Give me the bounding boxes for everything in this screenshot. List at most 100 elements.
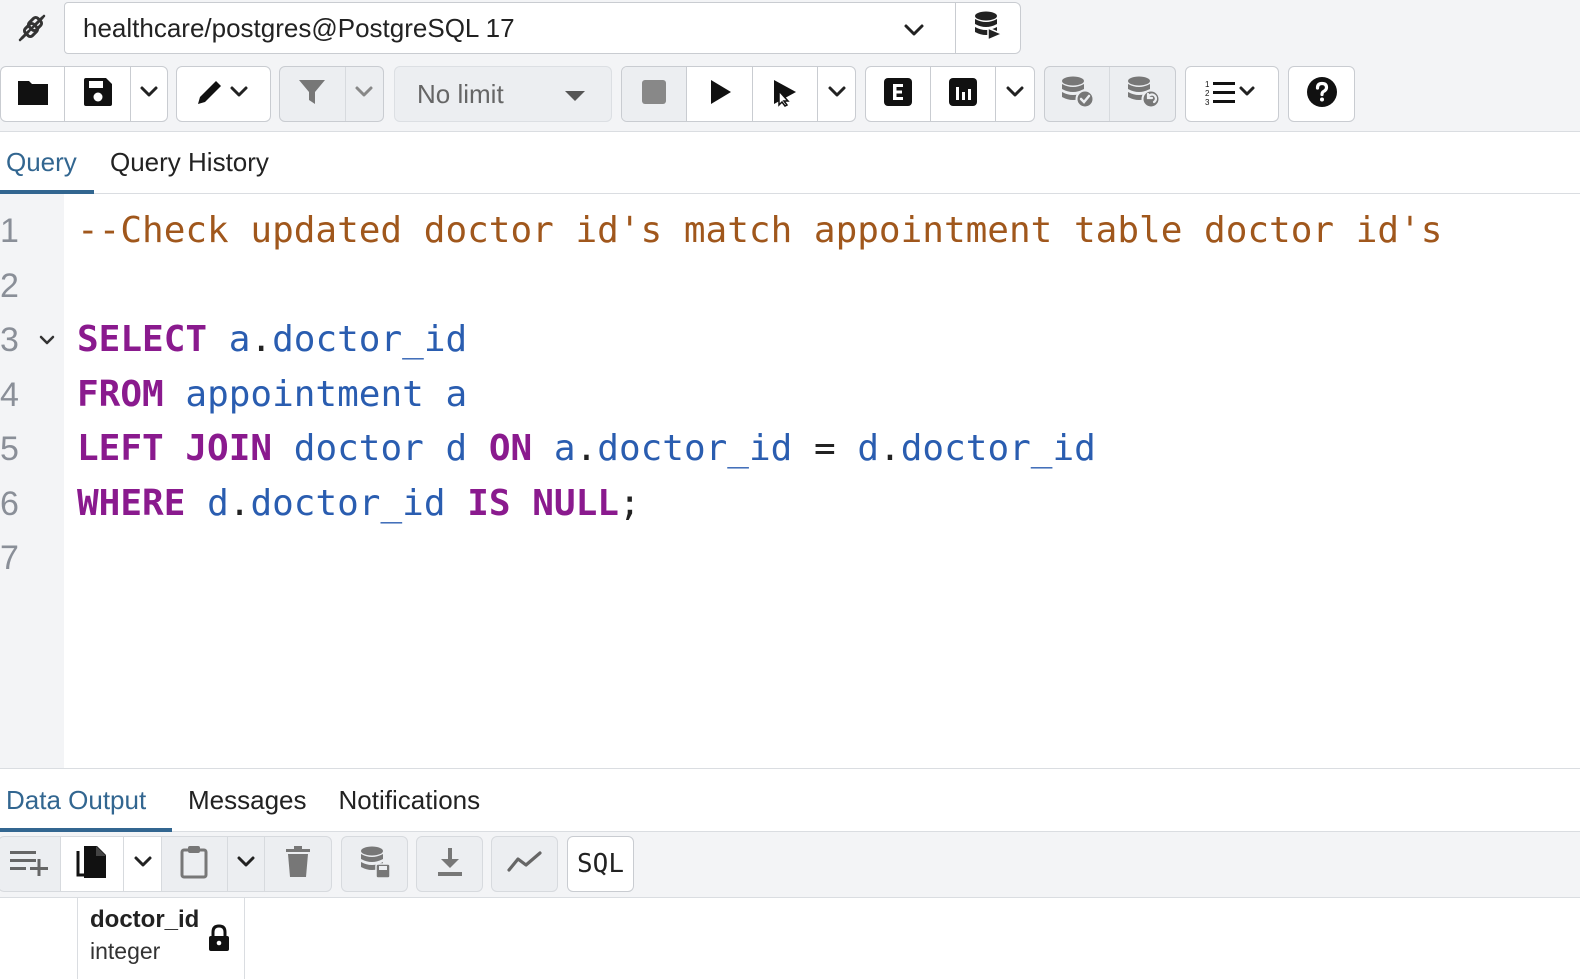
editor-line[interactable]: 7	[0, 531, 1580, 585]
graph-visualiser-button[interactable]	[492, 837, 557, 891]
sql-keyword: FROM	[77, 373, 164, 415]
editor-line[interactable]: 3 SELECT a.doctor_id	[0, 313, 1580, 367]
rollback-icon	[1125, 75, 1161, 114]
row-edit-button-group	[0, 836, 332, 892]
tab-messages-label: Messages	[188, 784, 307, 815]
editor-line[interactable]: 6 WHERE d.doctor_id IS NULL;	[0, 477, 1580, 531]
disconnect-plug-icon[interactable]	[0, 0, 64, 55]
connection-bar: healthcare/postgres@PostgreSQL 17	[0, 0, 1580, 58]
filter-button-group	[279, 66, 384, 122]
column-type: integer	[90, 938, 161, 964]
sql-editor[interactable]: 1 --Check updated doctor id's match appoi…	[0, 194, 1580, 768]
editor-line[interactable]: 2	[0, 259, 1580, 313]
line-number: 2	[0, 266, 19, 305]
execute-options-dropdown[interactable]	[818, 67, 855, 121]
row-limit-select[interactable]: No limit	[394, 66, 612, 122]
caret-down-icon	[565, 91, 585, 101]
save-file-button[interactable]	[65, 67, 131, 121]
sql-keyword: LEFT JOIN	[77, 428, 273, 469]
chevron-down-icon	[139, 82, 159, 107]
editor-line[interactable]: 5 LEFT JOIN doctor d ON a.doctor_id = d.d…	[0, 422, 1580, 476]
paste-button[interactable]	[162, 837, 228, 891]
sql-punctuation	[185, 483, 207, 524]
help-button[interactable]	[1289, 67, 1354, 121]
column-header[interactable]: doctor_id integer	[78, 898, 245, 979]
tab-notifications[interactable]: Notifications	[323, 769, 497, 831]
line-number: 4	[0, 375, 19, 414]
editor-line[interactable]: 4 FROM appointment a	[0, 368, 1580, 422]
filter-dropdown[interactable]	[346, 67, 383, 121]
open-file-button[interactable]	[1, 67, 65, 121]
database-icon	[972, 10, 1004, 47]
sql-identifier: d	[857, 428, 880, 469]
code-text: --Check updated doctor id's match appoin…	[77, 204, 1442, 258]
chevron-down-icon	[133, 852, 153, 877]
tab-query-history-label: Query History	[110, 147, 269, 177]
sql-punctuation: .	[228, 482, 251, 524]
copy-button[interactable]	[60, 837, 125, 891]
new-connection-button[interactable]	[955, 2, 1021, 54]
folder-icon	[17, 78, 49, 111]
tab-data-output[interactable]: Data Output	[0, 769, 172, 832]
file-button-group	[0, 66, 168, 122]
save-data-button[interactable]	[342, 837, 407, 891]
tab-query-history[interactable]: Query History	[94, 132, 285, 193]
sql-label: SQL	[577, 849, 624, 879]
explain-options-dropdown[interactable]	[996, 67, 1034, 121]
chevron-down-icon	[827, 82, 847, 107]
commit-button[interactable]	[1045, 67, 1110, 121]
filter-button[interactable]	[280, 67, 346, 121]
view-sql-button[interactable]: SQL	[567, 836, 634, 892]
tab-data-output-label: Data Output	[6, 784, 147, 815]
line-number: 1	[0, 212, 19, 250]
play-cursor-icon	[770, 77, 800, 112]
result-grid: doctor_id integer	[0, 898, 1580, 979]
save-options-dropdown[interactable]	[131, 67, 167, 121]
sql-identifier: appointment a	[185, 373, 468, 415]
paste-options-dropdown[interactable]	[228, 837, 266, 891]
add-row-button[interactable]	[0, 837, 61, 891]
tab-query[interactable]: Query	[0, 132, 94, 194]
add-row-icon	[8, 848, 50, 881]
sql-punctuation	[272, 428, 294, 469]
sql-punctuation: .	[250, 319, 273, 360]
save-data-icon	[358, 845, 392, 884]
execute-button[interactable]	[687, 67, 753, 121]
stop-button[interactable]	[622, 67, 688, 121]
connection-select[interactable]: healthcare/postgres@PostgreSQL 17	[64, 2, 956, 54]
row-limit-value: No limit	[417, 78, 504, 109]
pencil-icon	[194, 77, 254, 112]
help-icon	[1306, 76, 1338, 113]
chevron-down-icon	[354, 82, 374, 107]
sql-punctuation	[164, 374, 186, 415]
column-name: doctor_id	[90, 906, 200, 933]
macros-menu-button[interactable]: 123	[1186, 67, 1278, 121]
svg-text:2: 2	[1205, 89, 1210, 98]
editor-line[interactable]: 1 --Check updated doctor id's match appoi…	[0, 204, 1580, 258]
edit-menu-button[interactable]	[177, 67, 270, 121]
sql-identifier: doctor_id	[250, 482, 446, 524]
execute-script-button[interactable]	[753, 67, 819, 121]
transaction-button-group	[1044, 66, 1176, 122]
commit-icon	[1059, 75, 1095, 114]
line-number: 7	[0, 539, 19, 577]
download-button[interactable]	[417, 837, 482, 891]
edit-button-group	[176, 66, 271, 122]
sql-identifier: doctor d	[293, 428, 468, 469]
copy-options-dropdown[interactable]	[124, 837, 163, 891]
explain-analyze-button[interactable]	[931, 67, 997, 121]
tab-messages[interactable]: Messages	[172, 769, 323, 831]
sql-identifier: a	[228, 319, 251, 360]
rollback-button[interactable]	[1110, 67, 1175, 121]
explain-button[interactable]	[866, 67, 932, 121]
chevron-down-icon	[1005, 82, 1025, 107]
chevron-down-icon[interactable]	[903, 17, 925, 48]
sql-identifier: doctor_id	[597, 428, 793, 469]
line-number: 6	[0, 484, 19, 523]
macros-icon: 123	[1204, 77, 1260, 112]
delete-icon	[285, 845, 311, 883]
tab-query-label: Query	[6, 147, 77, 177]
graph-icon	[506, 850, 543, 879]
line-number: 5	[0, 430, 19, 468]
delete-row-button[interactable]	[265, 837, 331, 891]
